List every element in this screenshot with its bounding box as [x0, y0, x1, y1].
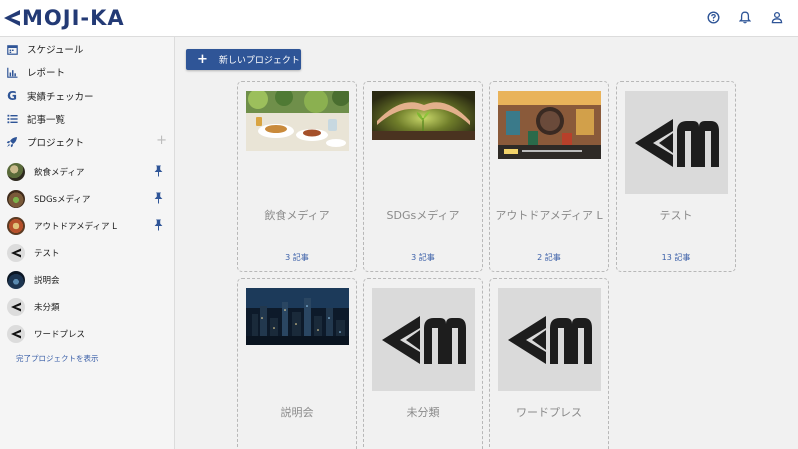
- sidebar-project-item[interactable]: アウトドアメディア L: [0, 214, 175, 238]
- project-card-title: 未分類: [406, 406, 440, 419]
- project-card-title: 説明会: [280, 406, 314, 419]
- sidebar-project-item[interactable]: テスト: [0, 241, 175, 265]
- sidebar-item-label: 記事一覧: [27, 115, 66, 126]
- project-thumbnail-logo: [372, 288, 475, 391]
- sidebar: スケジュール レポート G 実績チェッカー 記事一覧 プロジェクト + 飲食メデ…: [0, 37, 175, 449]
- brand-logo[interactable]: MOJI-KA: [4, 6, 125, 30]
- sidebar-project-label: SDGsメディア: [34, 195, 91, 205]
- project-card-seminar[interactable]: 説明会: [237, 278, 357, 449]
- calendar-icon: [6, 43, 18, 55]
- project-card-title: ワードプレス: [516, 406, 582, 419]
- sidebar-project-item[interactable]: ワードプレス: [0, 322, 175, 346]
- project-article-count[interactable]: 3 記事: [364, 252, 482, 263]
- project-card-test[interactable]: テスト 13 記事: [616, 81, 736, 272]
- project-thumbnail-logo: [498, 288, 601, 391]
- new-project-label: 新しいプロジェクト: [218, 56, 300, 66]
- project-thumbnail-logo: [625, 91, 728, 194]
- project-card-title: 飲食メディア: [264, 209, 330, 222]
- project-thumbnail: [372, 91, 475, 140]
- project-thumbnail: [498, 91, 601, 159]
- sidebar-item-label: 実績チェッカー: [27, 92, 94, 103]
- rocket-icon: [6, 136, 18, 148]
- sidebar-item-label: スケジュール: [27, 45, 84, 56]
- project-card-sdgs[interactable]: SDGsメディア 3 記事: [363, 81, 483, 272]
- pin-icon[interactable]: [154, 165, 163, 180]
- sidebar-item-articles[interactable]: 記事一覧: [0, 108, 175, 130]
- sidebar-project-item[interactable]: 飲食メディア: [0, 160, 175, 184]
- logo-mark-icon: [4, 10, 20, 26]
- show-completed-projects-link[interactable]: 完了プロジェクトを表示: [16, 353, 99, 364]
- help-icon[interactable]: [706, 9, 720, 25]
- project-card-title: アウトドアメディア L: [495, 209, 603, 222]
- pin-icon[interactable]: [154, 219, 163, 234]
- sidebar-item-label: レポート: [27, 68, 66, 79]
- sidebar-item-label: プロジェクト: [27, 138, 85, 149]
- project-card-title: SDGsメディア: [386, 209, 460, 222]
- project-card-uncategorized[interactable]: 未分類: [363, 278, 483, 449]
- sidebar-item-schedule[interactable]: スケジュール: [0, 38, 175, 60]
- sidebar-project-label: 説明会: [34, 276, 60, 286]
- project-article-count[interactable]: 3 記事: [238, 252, 356, 263]
- project-card-wordpress[interactable]: ワードプレス: [489, 278, 609, 449]
- project-card-food[interactable]: 飲食メディア 3 記事: [237, 81, 357, 272]
- new-project-button[interactable]: + 新しいプロジェクト: [186, 49, 301, 70]
- sidebar-project-label: 未分類: [34, 303, 60, 313]
- sidebar-project-item[interactable]: SDGsメディア: [0, 187, 175, 211]
- project-card-outdoor[interactable]: アウトドアメディア L 2 記事: [489, 81, 609, 272]
- bell-icon[interactable]: [738, 9, 752, 25]
- sidebar-project-item[interactable]: 説明会: [0, 268, 175, 292]
- bar-chart-icon: [6, 66, 18, 78]
- list-icon: [6, 113, 18, 125]
- project-article-count[interactable]: 13 記事: [617, 252, 735, 263]
- main-content: + 新しいプロジェクト 飲食メディア 3 記事 SDGsメディア 3 記事 アウ…: [176, 37, 798, 449]
- sidebar-item-report[interactable]: レポート: [0, 61, 175, 83]
- project-article-count[interactable]: 2 記事: [490, 252, 608, 263]
- google-icon: G: [7, 89, 17, 103]
- project-avatar: [7, 163, 25, 181]
- project-avatar: [7, 217, 25, 235]
- project-avatar: [7, 271, 25, 289]
- project-card-title: テスト: [659, 209, 693, 222]
- logo-text: MOJI-KA: [22, 6, 125, 30]
- sidebar-project-label: アウトドアメディア L: [34, 222, 117, 232]
- user-icon[interactable]: [770, 9, 784, 25]
- project-thumbnail: [246, 91, 349, 151]
- project-logo-avatar: [7, 325, 25, 343]
- sidebar-project-label: テスト: [34, 249, 60, 259]
- sidebar-project-label: ワードプレス: [34, 330, 86, 340]
- sidebar-project-label: 飲食メディア: [34, 168, 85, 178]
- sidebar-item-projects[interactable]: プロジェクト +: [0, 131, 175, 153]
- pin-icon[interactable]: [154, 192, 163, 207]
- top-bar: MOJI-KA: [0, 0, 798, 37]
- add-project-button[interactable]: +: [156, 134, 167, 147]
- project-avatar: [7, 190, 25, 208]
- sidebar-project-item[interactable]: 未分類: [0, 295, 175, 319]
- sidebar-item-checker[interactable]: G 実績チェッカー: [0, 85, 175, 107]
- project-logo-avatar: [7, 298, 25, 316]
- project-logo-avatar: [7, 244, 25, 262]
- project-thumbnail: [246, 288, 349, 345]
- plus-icon: +: [197, 51, 208, 67]
